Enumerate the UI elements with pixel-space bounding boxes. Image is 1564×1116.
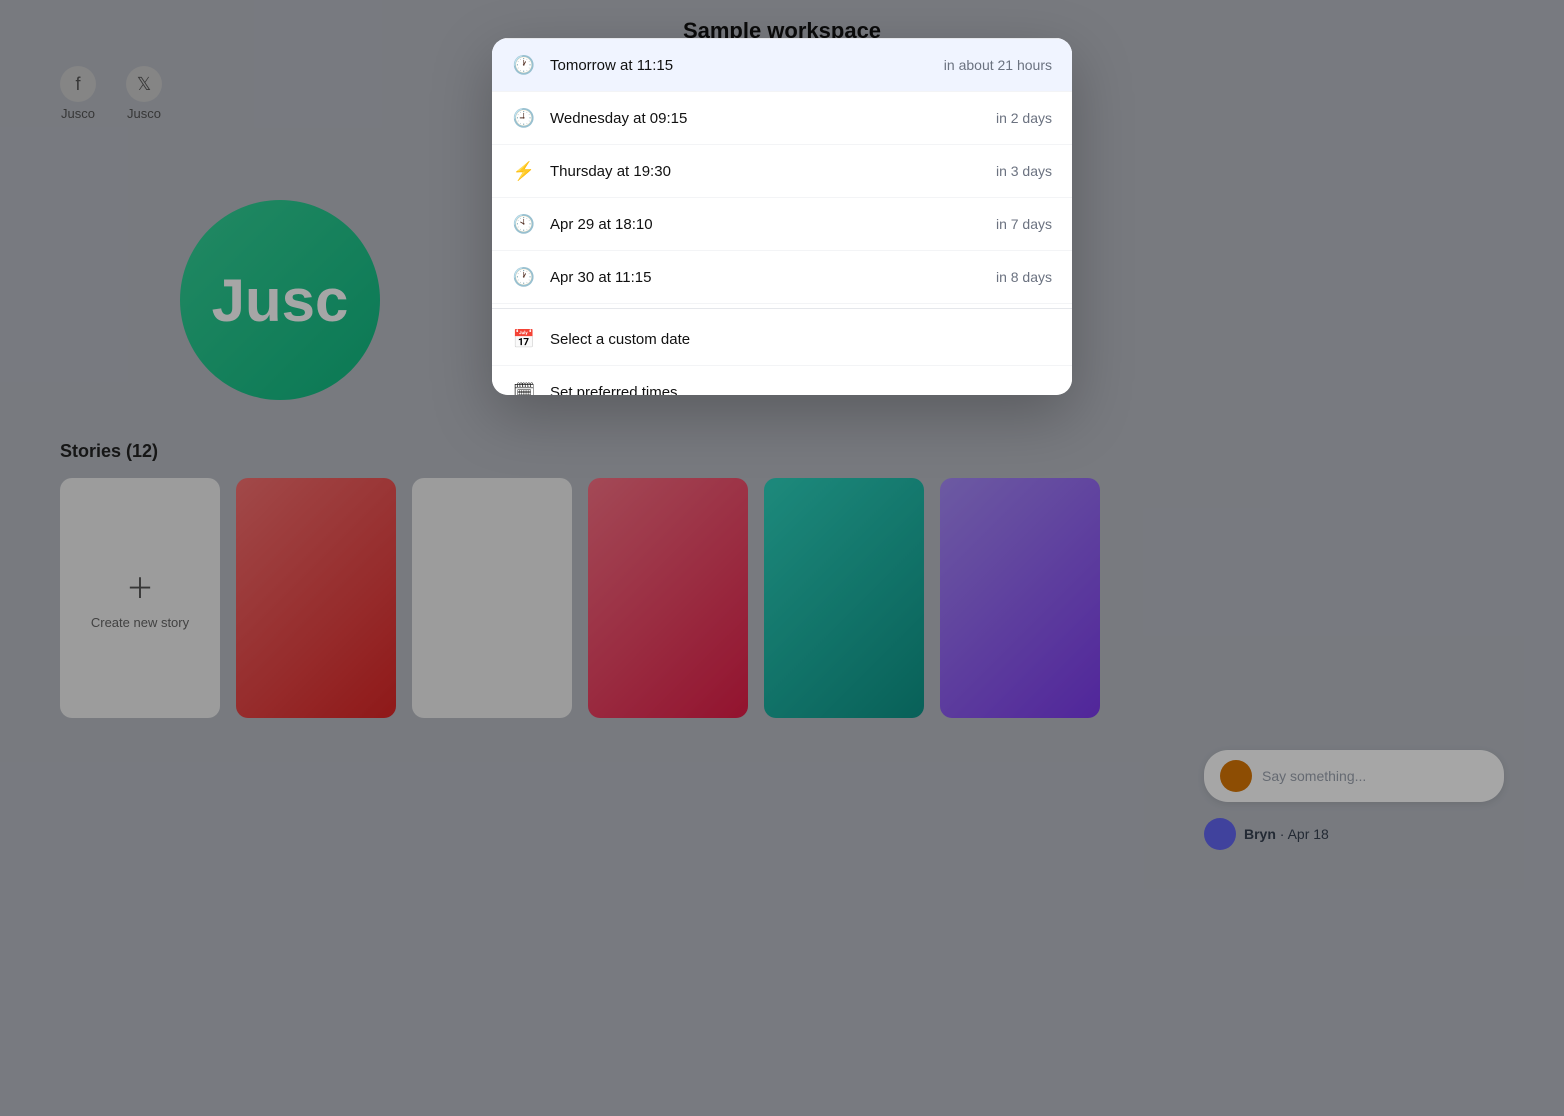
dropdown-item-thursday[interactable]: ⚡ Thursday at 19:30 in 3 days (492, 145, 1072, 198)
lightning-icon: ⚡ (512, 159, 536, 183)
dropdown-item-preferred-times[interactable]: 🗓 Set preferred times (492, 366, 1072, 395)
tomorrow-label: Tomorrow at 11:15 (550, 57, 673, 74)
preferred-times-label: Set preferred times (550, 384, 678, 396)
dropdown-divider (492, 308, 1072, 309)
apr29-time: in 7 days (996, 216, 1052, 232)
dropdown-item-apr29[interactable]: 🕙 Apr 29 at 18:10 in 7 days (492, 198, 1072, 251)
wednesday-time: in 2 days (996, 110, 1052, 126)
apr30-time: in 8 days (996, 269, 1052, 285)
dropdown-item-tomorrow[interactable]: 🕐 Tomorrow at 11:15 in about 21 hours (492, 39, 1072, 92)
dropdown-item-apr30[interactable]: 🕐 Apr 30 at 11:15 in 8 days (492, 251, 1072, 304)
custom-date-label: Select a custom date (550, 331, 690, 348)
preferred-times-icon: 🗓 (512, 380, 536, 395)
clock-icon-orange: 🕙 (512, 212, 536, 236)
schedule-dropdown: 🕐 Tomorrow at 11:15 in about 21 hours 🕘 … (492, 38, 1072, 395)
thursday-label: Thursday at 19:30 (550, 163, 671, 180)
dropdown-item-custom-date[interactable]: 📅 Select a custom date (492, 313, 1072, 366)
wednesday-label: Wednesday at 09:15 (550, 110, 687, 127)
apr30-label: Apr 30 at 11:15 (550, 269, 651, 286)
apr29-label: Apr 29 at 18:10 (550, 216, 653, 233)
clock-icon-blue: 🕐 (512, 53, 536, 77)
dropdown-item-wednesday[interactable]: 🕘 Wednesday at 09:15 in 2 days (492, 92, 1072, 145)
clock-icon-gray-1: 🕘 (512, 106, 536, 130)
thursday-time: in 3 days (996, 163, 1052, 179)
tomorrow-time: in about 21 hours (944, 57, 1052, 73)
calendar-icon: 📅 (512, 327, 536, 351)
clock-icon-blue-2: 🕐 (512, 265, 536, 289)
compose-modal: ✕ ＋ + Add labels f ✕ 𝕏 in ◎ G ▶ ♪ P (492, 38, 1072, 395)
